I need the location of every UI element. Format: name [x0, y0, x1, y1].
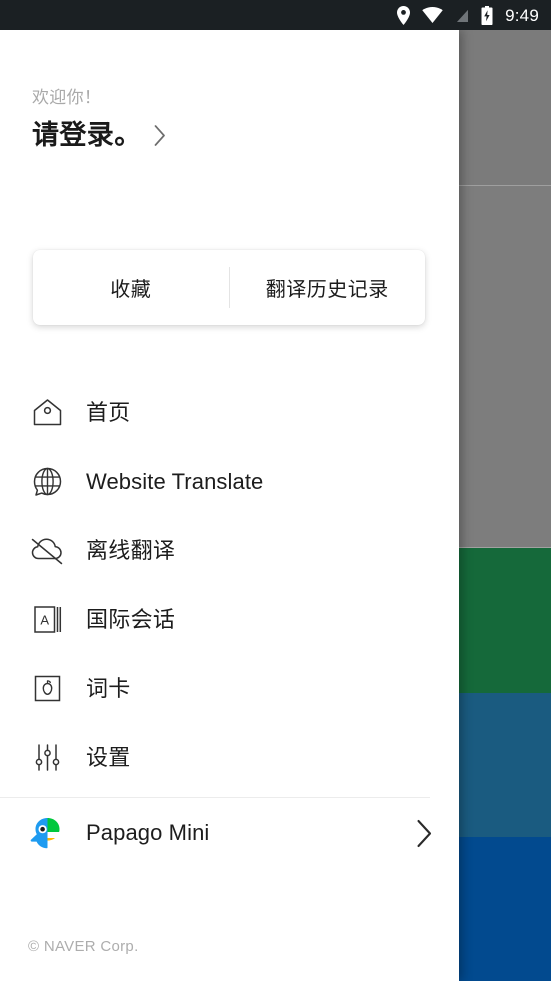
phrasebook-icon: A: [28, 601, 66, 639]
menu-item-label: Website Translate: [86, 468, 264, 494]
home-icon: [28, 394, 66, 432]
location-icon: [396, 5, 411, 25]
menu-item-label: 设置: [86, 744, 131, 770]
menu-item-label: 首页: [86, 399, 131, 425]
battery-charging-icon: [481, 5, 493, 25]
menu-item-word-card[interactable]: 词卡: [0, 654, 459, 723]
menu-item-offline-translate[interactable]: 离线翻译: [0, 516, 459, 585]
menu-item-label: 国际会话: [86, 606, 176, 632]
status-bar: 9:49: [0, 0, 551, 30]
wifi-icon: [422, 7, 443, 23]
menu-divider: [0, 797, 430, 798]
signal-off-icon: [454, 7, 470, 23]
sliders-icon: [28, 739, 66, 777]
papago-mini-label: Papago Mini: [86, 820, 210, 845]
greeting-section: 欢迎你！ 请登录。: [32, 88, 166, 151]
quick-access-card: 收藏 翻译历史记录: [33, 250, 425, 325]
chevron-right-icon: [154, 125, 166, 147]
favorites-button[interactable]: 收藏: [33, 250, 229, 325]
navigation-drawer: 欢迎你！ 请登录。 收藏 翻译历史记录 首页 Website Translate…: [0, 30, 459, 981]
menu-item-home[interactable]: 首页: [0, 378, 459, 447]
drawer-menu-list: 首页 Website Translate 离线翻译 A 国际会话 词卡 设置: [0, 378, 459, 792]
svg-text:A: A: [40, 613, 49, 628]
menu-item-website-translate[interactable]: Website Translate: [0, 447, 459, 516]
app-screen: 9:49 欢迎你！ 请登录。 收藏 翻译历史记录 首页 Website Tran…: [0, 0, 551, 981]
status-bar-clock: 9:49: [505, 5, 539, 25]
papago-mini-row[interactable]: Papago Mini: [0, 802, 459, 864]
copyright-label: © NAVER Corp.: [28, 938, 139, 955]
menu-item-phrasebook[interactable]: A 国际会话: [0, 585, 459, 654]
translation-history-button[interactable]: 翻译历史记录: [230, 250, 426, 325]
chevron-right-icon: [416, 819, 433, 848]
login-label: 请登录。: [32, 120, 142, 151]
word-card-icon: [28, 670, 66, 708]
menu-item-label: 离线翻译: [86, 537, 176, 563]
cloud-off-icon: [28, 532, 66, 570]
login-button[interactable]: 请登录。: [32, 120, 166, 151]
globe-icon: [28, 463, 66, 501]
menu-item-settings[interactable]: 设置: [0, 723, 459, 792]
papago-parrot-icon: [26, 812, 68, 854]
welcome-label: 欢迎你！: [32, 88, 102, 107]
menu-item-label: 词卡: [86, 675, 131, 701]
